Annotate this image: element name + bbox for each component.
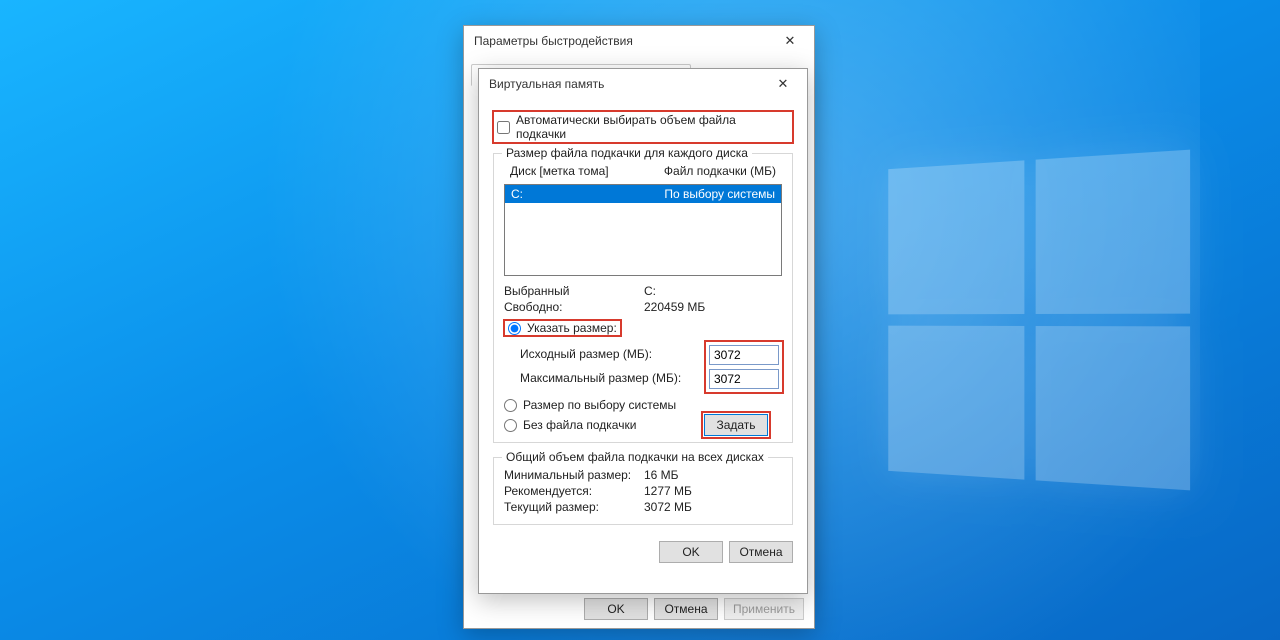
radio-system-row: Размер по выбору системы (504, 398, 782, 412)
vm-cancel-button[interactable]: Отмена (729, 541, 793, 563)
drive-list-row[interactable]: C: По выбору системы (505, 185, 781, 203)
close-icon: ✕ (778, 76, 789, 92)
radio-none-row: Без файла подкачки Задать (504, 418, 782, 432)
initial-size-input[interactable] (709, 345, 779, 365)
virtual-memory-titlebar[interactable]: Виртуальная память ✕ (479, 69, 807, 99)
drive-list-header: Диск [метка тома] Файл подкачки (МБ) (504, 162, 782, 180)
windows-logo-icon (888, 150, 1190, 491)
close-button[interactable]: ✕ (772, 29, 808, 53)
virtual-memory-dialog: Виртуальная память ✕ Автоматически выбир… (478, 68, 808, 594)
per-drive-group: Размер файла подкачки для каждого диска … (493, 153, 793, 443)
performance-options-title: Параметры быстродействия (474, 34, 633, 48)
desktop-wallpaper: Параметры быстродействия ✕ Предотвращени… (0, 0, 1280, 640)
auto-manage-checkbox-row: Автоматически выбирать объем файла подка… (493, 111, 793, 143)
auto-manage-checkbox[interactable] (497, 121, 510, 134)
virtual-memory-title: Виртуальная память (489, 77, 604, 91)
cancel-button[interactable]: Отмена (654, 598, 718, 620)
performance-options-titlebar[interactable]: Параметры быстродействия ✕ (464, 26, 814, 56)
radio-custom[interactable] (508, 322, 521, 335)
ok-button[interactable]: OK (584, 598, 648, 620)
max-size-input[interactable] (709, 369, 779, 389)
apply-button[interactable]: Применить (724, 598, 804, 620)
set-button[interactable]: Задать (704, 414, 768, 436)
size-inputs-highlight (706, 342, 782, 392)
close-icon: ✕ (785, 33, 796, 49)
radio-none[interactable] (504, 419, 517, 432)
summary-legend: Общий объем файла подкачки на всех диска… (502, 450, 768, 464)
summary-group: Общий объем файла подкачки на всех диска… (493, 457, 793, 525)
radio-custom-row: Указать размер: (504, 320, 782, 336)
drive-list[interactable]: C: По выбору системы (504, 184, 782, 276)
close-button[interactable]: ✕ (765, 72, 801, 96)
per-drive-legend: Размер файла подкачки для каждого диска (502, 146, 752, 160)
radio-system[interactable] (504, 399, 517, 412)
auto-manage-label: Автоматически выбирать объем файла подка… (516, 113, 789, 141)
vm-ok-button[interactable]: OK (659, 541, 723, 563)
